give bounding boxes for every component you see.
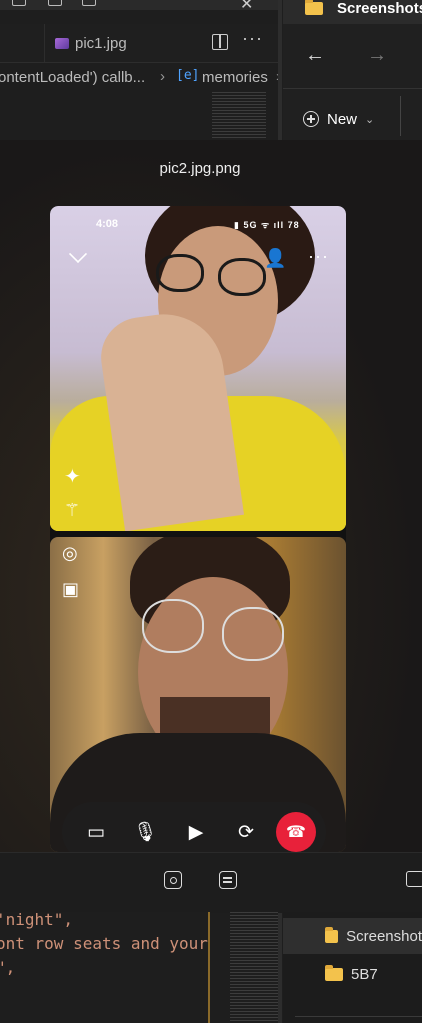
image-file-icon [55,37,69,49]
glasses [142,599,292,661]
glasses [156,254,274,296]
folder-label: 5B7 [351,965,378,983]
minimap[interactable] [212,92,266,140]
layout-sidebar-icon[interactable] [82,0,96,6]
chevron-down-icon: ⌄ [365,113,375,126]
vscode-title-strip: ✕ [0,0,282,13]
explorer-tab[interactable]: Screenshots [283,0,422,24]
screenshot-image: 4:08 ▮ 5G ᯤ ıll 78 👤 ··· ✦ ⚚ ◎ ▣ ▭ 🎙 ▶ ⟳… [50,206,346,852]
new-button[interactable]: New ⌄ [303,108,374,130]
code-line: 'night", [0,910,74,929]
breadcrumb: ontentLoaded') callb... › [e] memories › [0,66,282,92]
layout-panel-icon[interactable] [48,0,62,6]
split-editor-icon[interactable] [212,34,228,50]
more-options-icon[interactable]: ··· [308,246,329,267]
mic-icon[interactable]: 🎙 [129,816,161,848]
chevron-down-icon[interactable] [68,244,88,264]
chevron-right-icon: › [160,68,165,85]
minimap[interactable] [230,912,278,1023]
vscode-window: ✕ pic1.jpg ··· ontentLoaded') callb... ›… [0,0,282,140]
screen-share-icon[interactable]: ▶ [180,816,212,848]
sparkle-effects-icon[interactable]: ✦ [64,464,81,489]
breadcrumb-item[interactable]: ontentLoaded') callb... [0,69,145,86]
forward-arrow-icon[interactable]: → [367,44,387,67]
overlap-circles-icon[interactable]: ◎ [62,543,78,564]
video-icon[interactable]: ▭ [80,816,112,848]
list-item[interactable]: 5B7 [283,956,422,992]
file-explorer-window: Screenshots ← → New ⌄ [283,0,422,140]
explorer-title: Screenshots [337,0,422,17]
code-line: ", [0,958,16,977]
visual-search-icon[interactable] [164,871,182,889]
layout-icon[interactable] [12,0,26,6]
more-actions-icon[interactable]: ··· [242,28,263,49]
flip-camera-icon[interactable]: ⟳ [230,816,262,848]
divider [400,96,401,136]
code-editor[interactable]: 'night", ont row seats and your ", [0,910,210,1023]
list-item[interactable]: Screenshot [283,918,422,954]
close-icon[interactable]: ✕ [240,0,253,14]
editor-tab-bar: pic1.jpg ··· [0,24,282,63]
remote-video-tile: 4:08 ▮ 5G ᯤ ıll 78 👤 ··· ✦ ⚚ [50,206,346,531]
phone-status-bar: 4:08 ▮ 5G ᯤ ıll 78 [50,218,346,234]
call-controls-bar: ▭ 🎙 ▶ ⟳ ☎ [62,802,326,852]
tab-pic1[interactable]: pic1.jpg [44,24,137,62]
gallery-icon[interactable]: ▣ [62,579,79,600]
add-person-icon[interactable]: 👤 [264,248,286,269]
fullscreen-icon[interactable] [406,871,422,887]
viewer-title: pic2.jpg.png [159,160,241,177]
diff-gutter [208,912,210,1023]
magic-wand-icon[interactable]: ⚚ [64,500,80,521]
status-time: 4:08 [96,218,119,230]
folder-label: Screenshot [346,927,422,945]
end-call-icon[interactable]: ☎ [276,812,316,852]
breadcrumb-item[interactable]: memories [202,69,268,86]
tab-label: pic1.jpg [75,34,127,52]
photo-viewer: pic2.jpg.png 4:08 ▮ 5G ᯤ ıll 78 👤 ··· ✦ … [0,140,422,913]
new-button-label: New [327,110,358,128]
folder-icon [325,926,339,943]
symbol-variable-icon: [e] [176,68,200,83]
text-extract-icon[interactable] [219,871,237,889]
explorer-file-list: Screenshot 5B7 [283,912,422,1023]
back-arrow-icon[interactable]: ← [305,44,325,67]
code-line: ont row seats and your [0,934,208,953]
plus-circle-icon [303,111,319,127]
divider [295,1016,422,1017]
folder-icon [325,964,343,981]
folder-icon [305,0,323,15]
divider [283,88,422,89]
status-indicators: ▮ 5G ᯤ ıll 78 [234,220,300,230]
viewer-toolbar [0,852,422,913]
